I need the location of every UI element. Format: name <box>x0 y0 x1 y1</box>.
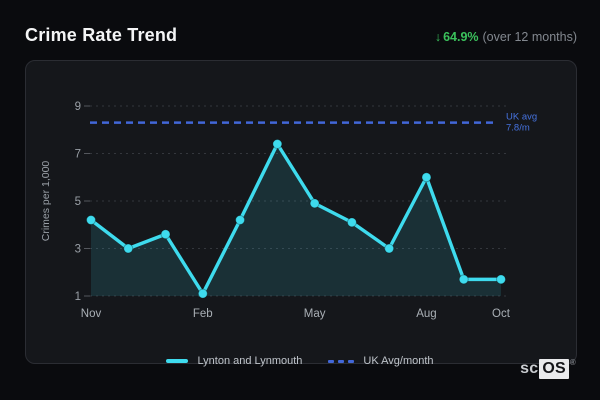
scos-logo-box: OS <box>539 359 569 379</box>
x-tick-label: Feb <box>193 308 213 320</box>
y-tick-label: 5 <box>75 196 81 208</box>
data-point-marker <box>309 198 320 209</box>
registered-trademark-icon: ® <box>569 358 576 367</box>
legend-item-uk-avg: UK Avg/month <box>328 355 434 367</box>
trend-value: 64.9% <box>443 30 479 44</box>
scos-logo: sc OS ® <box>520 359 576 379</box>
data-point-marker <box>496 274 506 285</box>
legend-label: UK Avg/month <box>363 355 434 367</box>
data-point-marker <box>197 288 208 299</box>
data-point-marker <box>384 243 395 254</box>
page-title: Crime Rate Trend <box>25 25 178 45</box>
data-point-marker <box>458 274 469 285</box>
scos-logo-prefix: sc <box>520 360 539 377</box>
solid-line-swatch-icon <box>166 359 189 363</box>
trend-summary: ↓ 64.9% (over 12 months) <box>435 30 577 44</box>
crime-dashboard-page: Crime Rate Trend ↓ 64.9% (over 12 months) … <box>0 0 600 400</box>
x-tick-label: Oct <box>492 308 511 320</box>
crime-trend-chart: 1 3 5 7 9 Crimes per 1,000 Nov Feb May Aug Oct UK a… <box>40 101 537 320</box>
data-point-marker <box>272 139 283 149</box>
legend-label: Lynton and Lynmouth <box>197 355 303 367</box>
legend-item-lynton: Lynton and Lynmouth <box>166 355 302 367</box>
y-tick-label: 1 <box>75 291 81 303</box>
data-point-marker <box>346 217 357 228</box>
chart-legend: Lynton and Lynmouth UK Avg/month <box>0 355 600 367</box>
data-point-marker <box>235 215 246 225</box>
chart-panel: 1 3 5 7 9 Crimes per 1,000 Nov Feb May Aug Oct UK a… <box>25 60 577 364</box>
y-axis-title: Crimes per 1,000 <box>40 161 52 242</box>
y-tick-label: 7 <box>75 149 81 161</box>
x-tick-label: May <box>304 308 326 320</box>
data-point-marker <box>123 243 134 254</box>
y-tick-label: 3 <box>75 244 81 256</box>
x-tick-label: Aug <box>416 308 436 320</box>
data-point-marker <box>160 229 171 240</box>
trend-caption: (over 12 months) <box>482 30 577 44</box>
uk-avg-label: UK avg <box>506 112 537 123</box>
dashed-line-swatch-icon <box>328 359 355 363</box>
data-point-marker <box>421 172 432 183</box>
data-point-marker <box>86 215 96 225</box>
x-tick-label: Nov <box>81 308 102 320</box>
series-area <box>91 144 501 296</box>
y-tick-label: 9 <box>75 101 81 113</box>
trend-down-arrow-icon: ↓ <box>434 30 442 44</box>
uk-avg-label: 7.8/m <box>506 123 530 134</box>
